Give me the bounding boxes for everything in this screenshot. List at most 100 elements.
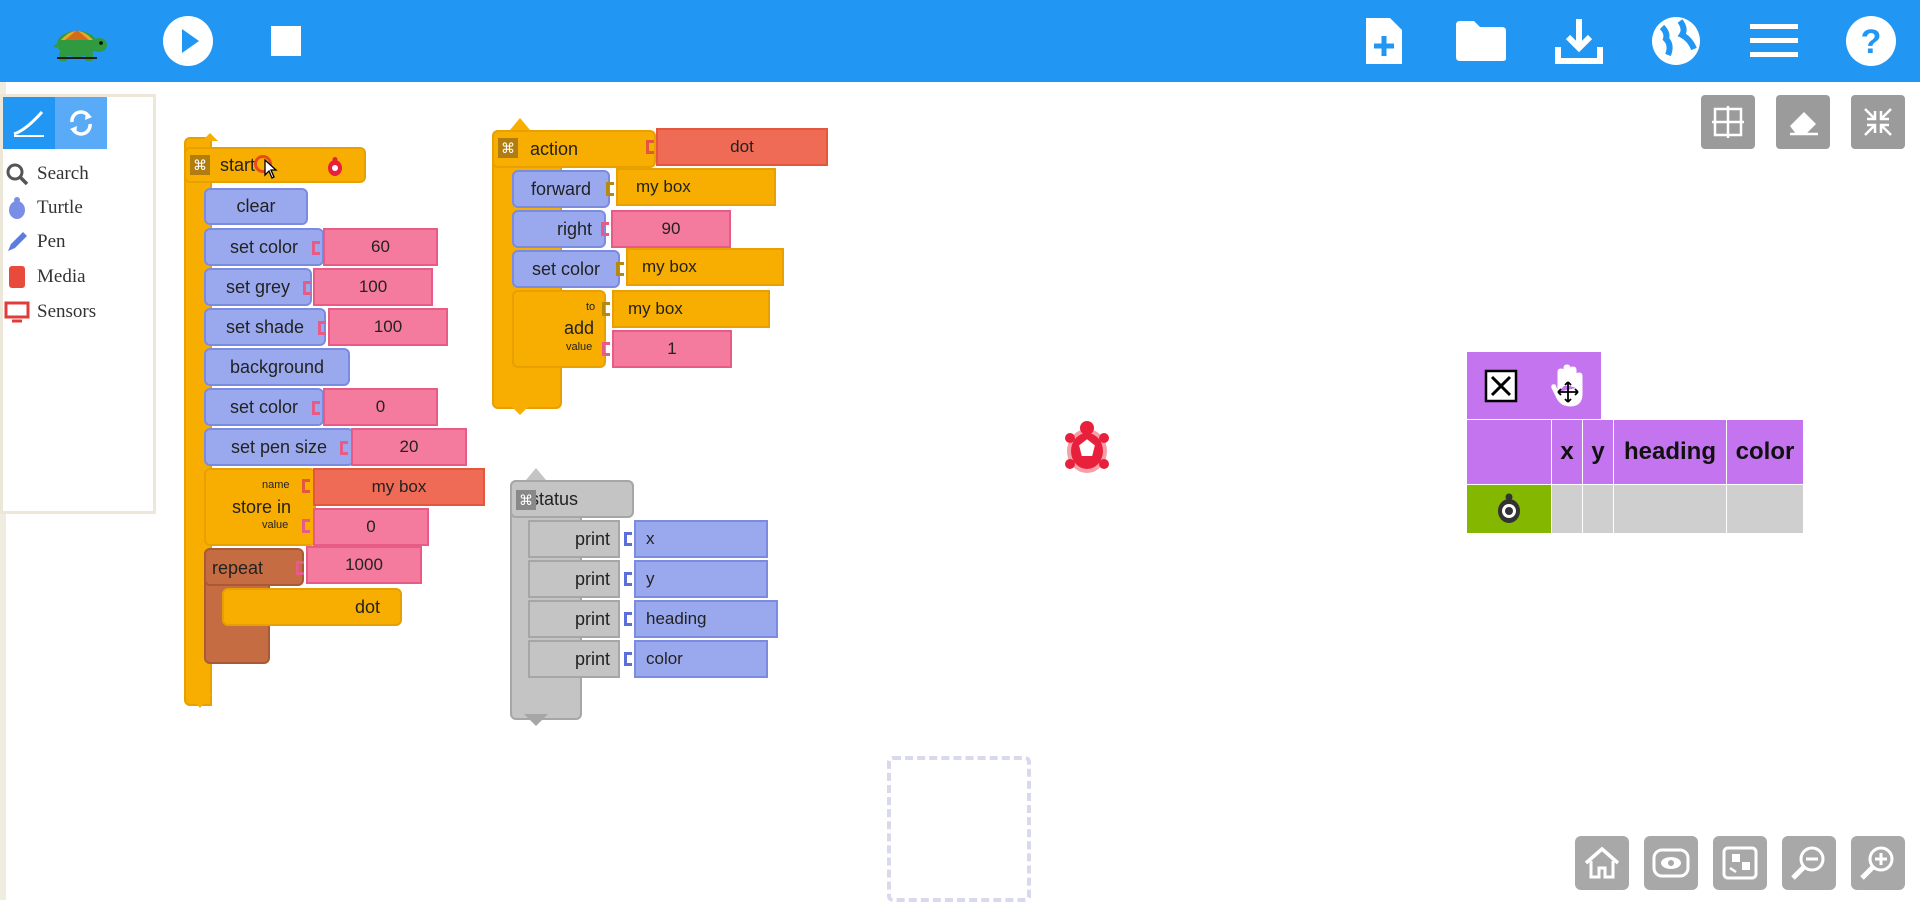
trash-drop-zone[interactable] [887, 756, 1031, 902]
arg-connector [616, 262, 624, 276]
zoom-out-button[interactable] [1782, 836, 1836, 890]
show-hide-blocks-button[interactable] [1644, 836, 1698, 890]
print-block[interactable]: print [528, 560, 620, 598]
set-color-block[interactable]: set color [204, 388, 324, 426]
print-heading-value[interactable]: heading [634, 600, 778, 638]
set-color-block[interactable]: set color [204, 228, 324, 266]
palette-item-turtle[interactable]: Turtle [3, 193, 83, 223]
arg-connector [624, 572, 632, 586]
print-y-text: y [646, 569, 655, 588]
zoom-in-button[interactable] [1851, 836, 1905, 890]
palette-item-media[interactable]: Media [3, 262, 86, 292]
grid-button[interactable] [1701, 95, 1755, 149]
forward-value[interactable]: my box [616, 168, 776, 206]
collapse-icon[interactable]: ⌘ [498, 138, 518, 158]
collapse-blocks-icon [1722, 846, 1758, 880]
arg-connector [624, 612, 632, 626]
collapse-icon[interactable]: ⌘ [516, 490, 536, 510]
forward-block[interactable]: forward [512, 170, 610, 208]
status-header-blank [1467, 420, 1551, 484]
set-pen-size-value[interactable]: 20 [351, 428, 467, 466]
store-value-value[interactable]: 0 [313, 508, 429, 546]
arg-connector [318, 321, 326, 335]
set-color-label: set color [229, 396, 299, 417]
dot-action-block[interactable]: dot [222, 588, 402, 626]
mouse-pointer-icon [264, 158, 278, 184]
right-value[interactable]: 90 [611, 210, 731, 248]
arg-connector [624, 532, 632, 546]
arg-connector [602, 342, 610, 356]
repeat-count-text: 1000 [345, 555, 383, 574]
help-icon[interactable]: ? [1841, 10, 1901, 72]
print-color-value[interactable]: color [634, 640, 768, 678]
forward-value-text: my box [636, 177, 691, 196]
palette-item-sensors[interactable]: Sensors [3, 297, 96, 327]
add-value-value[interactable]: 1 [612, 330, 732, 368]
right-block[interactable]: right [512, 210, 606, 248]
zoom-in-icon [1860, 846, 1894, 880]
repeat-label: repeat [212, 558, 264, 578]
set-shade-block[interactable]: set shade [204, 308, 326, 346]
set-color-arg[interactable]: my box [626, 248, 784, 286]
arg-connector [340, 441, 348, 455]
palette-item-pen[interactable]: Pen [3, 227, 66, 257]
print-x-value[interactable]: x [634, 520, 768, 558]
print-label: print [574, 608, 610, 629]
new-file-icon[interactable] [1354, 10, 1414, 72]
background-block[interactable]: background [204, 348, 350, 386]
set-shade-value[interactable]: 100 [328, 308, 448, 346]
collapse-blocks-button[interactable] [1713, 836, 1767, 890]
status-header-color: color [1727, 420, 1803, 484]
arg-connector [624, 652, 632, 666]
forward-label: forward [530, 178, 592, 199]
arg-connector [312, 401, 320, 415]
stop-icon[interactable] [256, 10, 316, 72]
set-grey-block[interactable]: set grey [204, 268, 312, 306]
collapse-canvas-button[interactable] [1851, 95, 1905, 149]
arg-connector [312, 241, 320, 255]
pen-tab[interactable] [3, 97, 55, 149]
right-label: right [556, 218, 592, 239]
clear-block[interactable]: clear [204, 188, 308, 225]
action-name-value[interactable]: dot [656, 128, 828, 166]
play-icon[interactable] [158, 10, 218, 72]
start-bottom-notch [188, 694, 212, 708]
set-color-block[interactable]: set color [512, 250, 620, 288]
background-label: background [229, 356, 325, 377]
print-block[interactable]: print [528, 600, 620, 638]
set-pen-size-block[interactable]: set pen size [204, 428, 354, 466]
print-y-value[interactable]: y [634, 560, 768, 598]
search-icon [3, 160, 31, 188]
add-to-value[interactable]: my box [612, 290, 770, 328]
palette-label-sensors: Sensors [37, 301, 97, 322]
arg-connector [302, 479, 310, 493]
repeat-count-value[interactable]: 1000 [306, 546, 422, 584]
palette-item-search[interactable]: Search [3, 159, 89, 189]
print-block[interactable]: print [528, 640, 620, 678]
turtle-sprite[interactable] [1062, 420, 1112, 481]
action-top-notch [510, 118, 530, 130]
store-value-label: value [262, 519, 289, 531]
set-color-value[interactable]: 60 [323, 228, 438, 266]
language-globe-icon[interactable] [1646, 10, 1706, 72]
store-name-value[interactable]: my box [313, 468, 485, 506]
save-download-icon[interactable] [1549, 10, 1609, 72]
status-cell-heading [1614, 485, 1726, 533]
print-block[interactable]: print [528, 520, 620, 558]
right-value-text: 90 [661, 219, 681, 238]
turtle-logo-icon[interactable] [46, 10, 110, 72]
store-name-label: name [262, 479, 290, 491]
home-button[interactable] [1575, 836, 1629, 890]
add-value-text: 1 [667, 339, 677, 358]
collapse-icon[interactable]: ⌘ [190, 155, 210, 175]
set-grey-value[interactable]: 100 [313, 268, 433, 306]
menu-icon[interactable] [1744, 10, 1804, 72]
open-folder-icon[interactable] [1451, 10, 1511, 72]
refresh-tab[interactable] [55, 97, 107, 149]
status-close-button[interactable] [1467, 352, 1534, 419]
set-color-value[interactable]: 0 [323, 388, 438, 426]
status-drag-handle[interactable] [1534, 352, 1601, 419]
dot-action-label: dot [354, 596, 380, 617]
clear-canvas-button[interactable] [1776, 95, 1830, 149]
turtle-badge-icon [326, 157, 344, 182]
